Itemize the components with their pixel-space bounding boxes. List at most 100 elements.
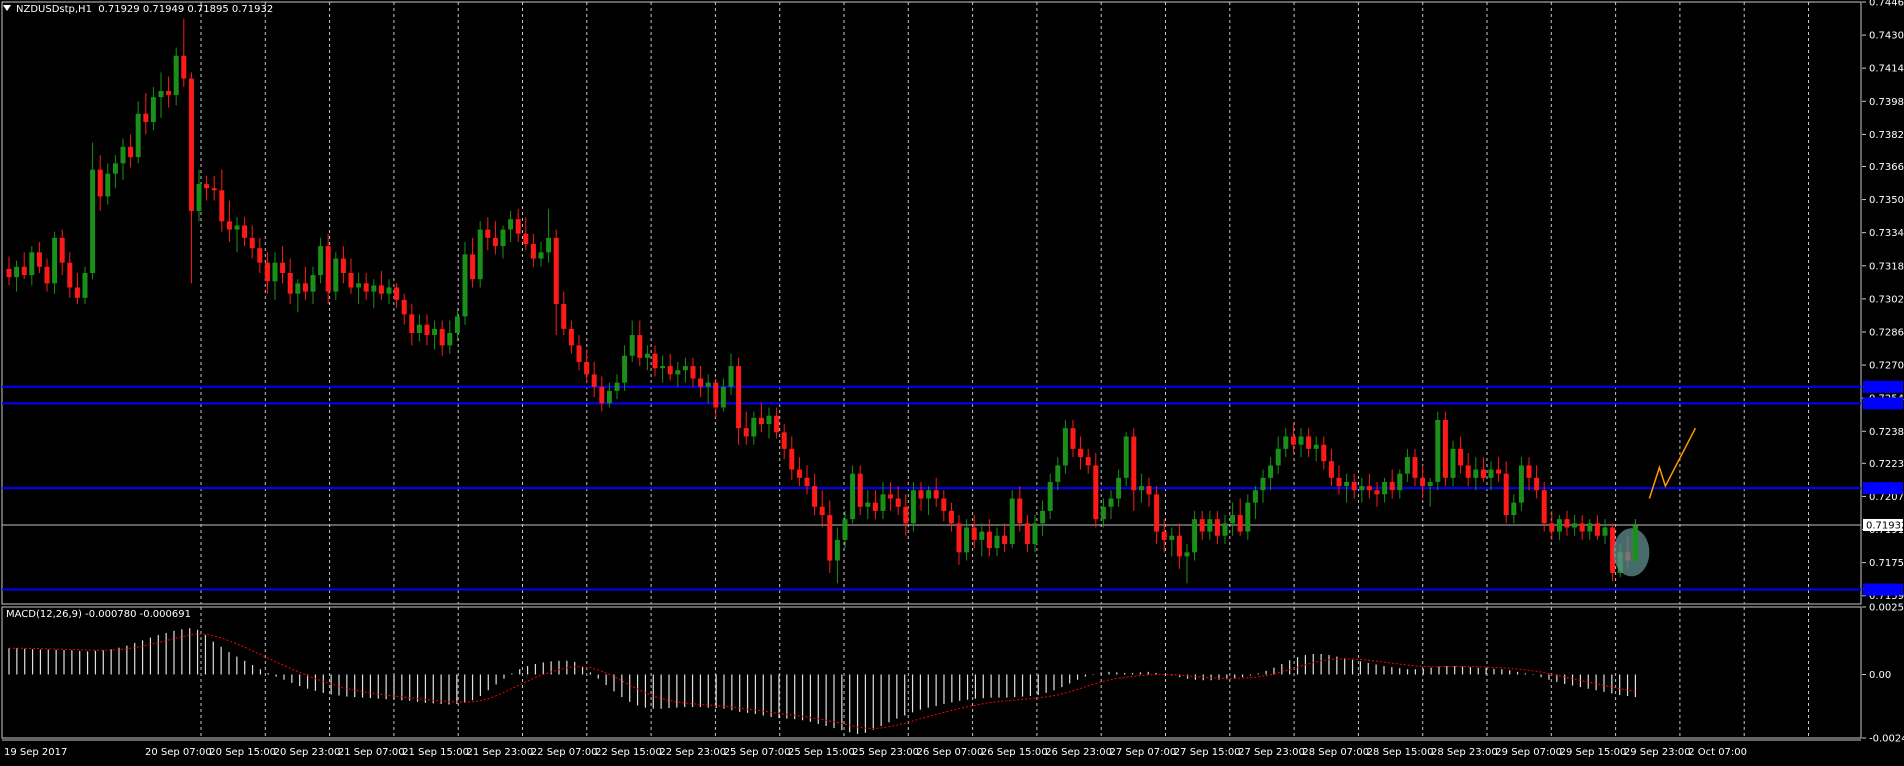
bull-candle[interactable] bbox=[964, 527, 970, 553]
bear-candle[interactable] bbox=[584, 361, 590, 375]
bear-candle[interactable] bbox=[348, 273, 354, 288]
bear-candle[interactable] bbox=[204, 184, 210, 189]
bull-candle[interactable] bbox=[333, 258, 339, 292]
bear-candle[interactable] bbox=[1070, 428, 1076, 449]
bear-candle[interactable] bbox=[1465, 465, 1471, 478]
bull-candle[interactable] bbox=[112, 163, 118, 174]
bear-candle[interactable] bbox=[698, 378, 704, 387]
bull-candle[interactable] bbox=[234, 225, 240, 230]
bull-candle[interactable] bbox=[1473, 469, 1479, 478]
bear-candle[interactable] bbox=[530, 244, 536, 259]
bear-candle[interactable] bbox=[1503, 473, 1509, 516]
bear-candle[interactable] bbox=[166, 90, 172, 96]
bull-candle[interactable] bbox=[1207, 519, 1213, 532]
bull-candle[interactable] bbox=[196, 184, 202, 211]
bear-candle[interactable] bbox=[986, 531, 992, 549]
bull-candle[interactable] bbox=[1382, 481, 1388, 495]
bear-candle[interactable] bbox=[1412, 457, 1418, 478]
bull-candle[interactable] bbox=[1108, 498, 1114, 507]
bull-candle[interactable] bbox=[1184, 552, 1190, 557]
bear-candle[interactable] bbox=[1085, 457, 1091, 466]
bear-candle[interactable] bbox=[1131, 436, 1137, 491]
bear-candle[interactable] bbox=[933, 490, 939, 499]
bull-candle[interactable] bbox=[546, 237, 552, 253]
bull-candle[interactable] bbox=[1230, 515, 1236, 524]
bull-candle[interactable] bbox=[1435, 419, 1441, 482]
bear-candle[interactable] bbox=[774, 415, 780, 433]
bull-candle[interactable] bbox=[994, 535, 1000, 549]
bull-candle[interactable] bbox=[1116, 477, 1122, 499]
bear-candle[interactable] bbox=[378, 285, 384, 294]
bear-candle[interactable] bbox=[736, 366, 742, 429]
bear-candle[interactable] bbox=[242, 225, 248, 238]
bull-candle[interactable] bbox=[1298, 436, 1304, 445]
bear-candle[interactable] bbox=[637, 335, 643, 358]
bull-candle[interactable] bbox=[1404, 457, 1410, 474]
bull-candle[interactable] bbox=[462, 254, 468, 317]
bull-candle[interactable] bbox=[432, 328, 438, 336]
bull-candle[interactable] bbox=[150, 97, 156, 122]
bull-candle[interactable] bbox=[842, 519, 848, 540]
bear-candle[interactable] bbox=[1496, 469, 1502, 474]
bull-candle[interactable] bbox=[1313, 444, 1319, 449]
bull-candle[interactable] bbox=[1032, 523, 1038, 545]
bull-candle[interactable] bbox=[52, 237, 58, 284]
bear-candle[interactable] bbox=[188, 78, 194, 211]
bull-candle[interactable] bbox=[454, 316, 460, 333]
bear-candle[interactable] bbox=[1146, 486, 1152, 495]
bear-candle[interactable] bbox=[97, 169, 103, 197]
bull-candle[interactable] bbox=[508, 219, 514, 230]
bull-candle[interactable] bbox=[120, 146, 126, 164]
bull-candle[interactable] bbox=[1123, 436, 1129, 478]
bear-candle[interactable] bbox=[257, 248, 263, 263]
bull-candle[interactable] bbox=[500, 229, 506, 247]
bear-candle[interactable] bbox=[857, 473, 863, 507]
bull-candle[interactable] bbox=[1511, 502, 1517, 516]
bull-candle[interactable] bbox=[538, 252, 544, 259]
bear-candle[interactable] bbox=[568, 328, 574, 346]
bull-candle[interactable] bbox=[386, 287, 392, 294]
bull-candle[interactable] bbox=[90, 169, 96, 274]
bear-candle[interactable] bbox=[1336, 477, 1342, 487]
bear-candle[interactable] bbox=[789, 448, 795, 470]
bear-candle[interactable] bbox=[652, 353, 658, 369]
bear-candle[interactable] bbox=[1290, 436, 1296, 445]
bear-candle[interactable] bbox=[280, 262, 286, 274]
bear-candle[interactable] bbox=[67, 262, 73, 288]
bear-candle[interactable] bbox=[804, 477, 810, 487]
bear-candle[interactable] bbox=[941, 498, 947, 511]
bear-candle[interactable] bbox=[1351, 481, 1357, 491]
bull-candle[interactable] bbox=[979, 531, 985, 540]
bull-candle[interactable] bbox=[1268, 465, 1274, 478]
bull-candle[interactable] bbox=[1055, 465, 1061, 482]
bull-candle[interactable] bbox=[926, 490, 932, 499]
bear-candle[interactable] bbox=[325, 246, 331, 292]
bear-candle[interactable] bbox=[523, 233, 529, 245]
bull-candle[interactable] bbox=[356, 283, 362, 288]
bear-candle[interactable] bbox=[1176, 535, 1182, 557]
bull-candle[interactable] bbox=[135, 113, 141, 158]
bear-candle[interactable] bbox=[956, 523, 962, 553]
bull-candle[interactable] bbox=[1047, 481, 1053, 511]
bear-candle[interactable] bbox=[895, 498, 901, 507]
bull-candle[interactable] bbox=[1359, 486, 1365, 491]
bear-candle[interactable] bbox=[827, 515, 833, 561]
bull-candle[interactable] bbox=[173, 55, 179, 96]
bull-candle[interactable] bbox=[447, 332, 453, 346]
bear-candle[interactable] bbox=[1017, 498, 1023, 524]
bull-candle[interactable] bbox=[158, 90, 164, 98]
bear-candle[interactable] bbox=[1374, 490, 1380, 495]
bull-candle[interactable] bbox=[1062, 428, 1068, 466]
bear-candle[interactable] bbox=[226, 221, 232, 230]
bull-candle[interactable] bbox=[751, 417, 757, 437]
bear-candle[interactable] bbox=[1442, 419, 1448, 478]
bear-candle[interactable] bbox=[36, 252, 42, 267]
bear-candle[interactable] bbox=[591, 374, 597, 387]
bear-candle[interactable] bbox=[287, 273, 293, 294]
bear-candle[interactable] bbox=[6, 268, 12, 278]
bull-candle[interactable] bbox=[29, 252, 35, 276]
bull-candle[interactable] bbox=[82, 273, 88, 298]
bull-candle[interactable] bbox=[1427, 481, 1433, 487]
bear-candle[interactable] bbox=[439, 328, 445, 346]
bull-candle[interactable] bbox=[720, 386, 726, 408]
